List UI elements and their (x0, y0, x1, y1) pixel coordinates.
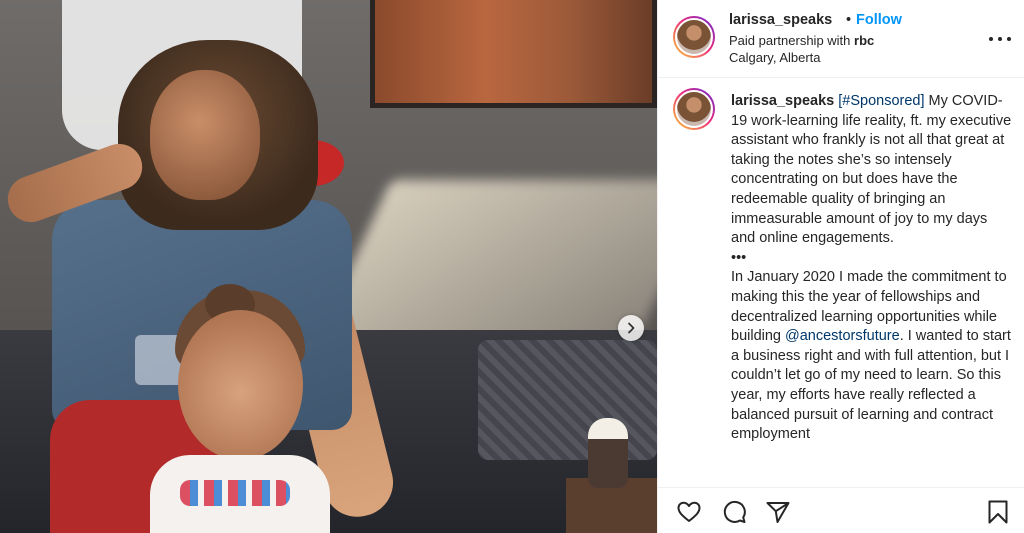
partnership-prefix: Paid partnership with (729, 33, 851, 48)
caption-paragraph-2-end: . I wanted to start a business right and… (731, 328, 1011, 443)
caption-text: larissa_speaks [#Sponsored] My COVID-19 … (731, 92, 1013, 445)
more-options-button[interactable] (989, 30, 1011, 48)
avatar[interactable] (673, 16, 715, 58)
comment-icon (723, 501, 746, 523)
child-face (178, 310, 303, 460)
bookmark-icon (988, 500, 1008, 524)
post-details-panel: larissa_speaks • Follow Paid partnership… (657, 0, 1024, 533)
comment-button[interactable] (721, 499, 747, 525)
dress-embroidery (180, 480, 290, 506)
caption-area: larissa_speaks [#Sponsored] My COVID-19 … (658, 78, 1024, 487)
caption-paragraph-1: My COVID-19 work-learning life reality, … (731, 93, 1012, 247)
paid-partnership-label: Paid partnership with rbc (729, 33, 874, 48)
separator-dot: • (846, 12, 852, 28)
partner-link[interactable]: rbc (854, 33, 874, 48)
save-button[interactable] (985, 499, 1011, 525)
share-button[interactable] (765, 499, 791, 525)
like-button[interactable] (676, 499, 702, 525)
heart-icon (677, 501, 701, 522)
mention-link[interactable]: @ancestorsfuture (785, 328, 900, 344)
woman-face (150, 70, 260, 200)
pillow (478, 340, 657, 460)
sponsored-hashtag[interactable]: [#Sponsored] (838, 93, 924, 109)
more-options-icon (989, 37, 993, 41)
post-photo[interactable] (0, 0, 657, 533)
chevron-right-icon (628, 322, 635, 334)
action-bar (658, 487, 1024, 533)
figurine (588, 418, 628, 488)
caption-ellipsis: ••• (731, 249, 747, 266)
caption-avatar[interactable] (673, 88, 715, 130)
caption-username[interactable]: larissa_speaks (731, 93, 834, 109)
wall-painting (370, 0, 657, 108)
follow-button[interactable]: Follow (856, 12, 902, 28)
post-header: larissa_speaks • Follow Paid partnership… (658, 0, 1024, 78)
location-link[interactable]: Calgary, Alberta (729, 50, 821, 65)
next-photo-button[interactable] (618, 315, 644, 341)
post-username[interactable]: larissa_speaks (729, 12, 832, 28)
send-icon (766, 502, 790, 523)
